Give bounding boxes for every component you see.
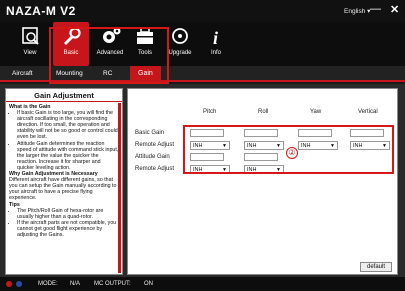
col-yaw: Yaw: [310, 109, 322, 115]
main-area: Gain Adjustment What is the Gain If basi…: [0, 84, 405, 277]
mode-label: MODE:: [38, 281, 58, 287]
help-bullet: Attitude Gain determines the reaction sp…: [17, 141, 119, 171]
help-panel: Gain Adjustment What is the Gain If basi…: [5, 88, 123, 275]
help-bullet: If basic Gain is too large, you will fin…: [17, 110, 119, 140]
tool-info[interactable]: i Info: [198, 22, 234, 66]
svg-text:i: i: [213, 28, 218, 48]
close-button[interactable]: ✕: [390, 3, 399, 16]
tab-aircraft[interactable]: Aircraft: [12, 70, 33, 77]
magnifier-icon: [22, 27, 39, 45]
row-remote-adjust-2: Remote Adjust: [135, 166, 175, 172]
tool-label: View: [23, 50, 37, 56]
tool-view[interactable]: View: [12, 22, 48, 66]
scrollbar[interactable]: [118, 103, 121, 273]
mode-value: N/A: [70, 281, 81, 287]
status-bar: MODE: N/A MC OUTPUT: ON: [0, 277, 405, 291]
help-body: What is the Gain If basic Gain is too la…: [6, 102, 122, 240]
gain-panel: Pitch Roll Yaw Vertical Basic Gain Remot…: [127, 88, 398, 275]
language-select[interactable]: English ▾: [344, 7, 370, 15]
help-bullet: The Pitch/Roll Gain of hexa-rotor are us…: [17, 208, 119, 220]
info-icon: i: [213, 28, 218, 48]
help-text: Different aircraft have different gains,…: [9, 177, 117, 202]
col-pitch: Pitch: [203, 109, 217, 115]
default-button[interactable]: default: [360, 262, 392, 272]
highlight-box: [49, 27, 169, 84]
row-basic-gain: Basic Gain: [135, 130, 165, 136]
row-remote-adjust: Remote Adjust: [135, 142, 175, 148]
row-attitude-gain: Attitude Gain: [135, 154, 170, 160]
annotation-marker: ②: [286, 147, 298, 159]
app-title: NAZA-M V2: [6, 4, 76, 18]
mc-output-label: MC OUTPUT:: [94, 281, 131, 287]
title-bar: NAZA-M V2 English ▾ — ✕: [0, 0, 405, 22]
minimize-button[interactable]: —: [370, 3, 381, 15]
help-bullet: If the aircraft parts are not compatible…: [17, 220, 119, 238]
tool-label: Info: [210, 50, 221, 56]
col-vertical: Vertical: [358, 109, 378, 115]
status-led-icon: [6, 281, 12, 287]
help-title: Gain Adjustment: [6, 89, 122, 102]
mc-output-value: ON: [144, 281, 153, 287]
col-roll: Roll: [258, 109, 269, 115]
status-led-icon: [16, 281, 22, 287]
